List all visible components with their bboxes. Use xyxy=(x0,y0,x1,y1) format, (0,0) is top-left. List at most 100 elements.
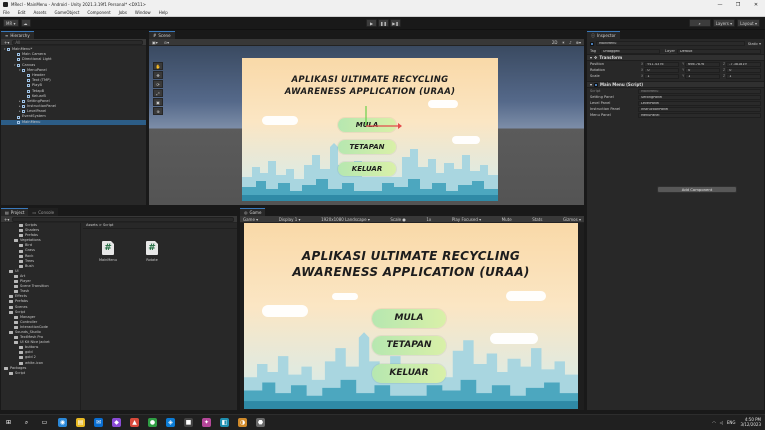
taskbar-app-icon[interactable]: ◆ xyxy=(112,418,121,427)
object-reference-field[interactable]: InstructionPanel xyxy=(638,106,761,112)
taskbar-app-icon[interactable]: ▭ xyxy=(40,418,49,427)
account-button[interactable]: MR ▾ xyxy=(3,19,19,27)
layers-dropdown[interactable]: Layers ▾ xyxy=(712,19,736,27)
taskbar-app-icon[interactable]: ▤ xyxy=(76,418,85,427)
project-folder-item[interactable]: Script xyxy=(1,371,80,376)
hierarchy-item[interactable]: MainMenu xyxy=(1,119,146,125)
game-toolbar-item[interactable]: 1920x1080 Landscape ▾ xyxy=(321,217,370,222)
game-toolbar-item[interactable]: Gizmos ▾ xyxy=(563,217,581,222)
keluar-button[interactable]: KELUAR xyxy=(372,364,446,383)
tab-inspector[interactable]: ⓘ Inspector xyxy=(587,31,620,39)
component-enabled-checkbox[interactable] xyxy=(594,82,599,87)
object-reference-field[interactable]: LevelPanel xyxy=(638,100,761,106)
menu-window[interactable]: Window xyxy=(135,10,151,15)
rotate-tool-icon[interactable]: ⟳ xyxy=(153,80,163,88)
tab-hierarchy[interactable]: ≡ Hierarchy xyxy=(1,31,34,39)
scene-keluar-button[interactable]: KELUAR xyxy=(338,162,396,176)
volume-icon[interactable]: ◁ xyxy=(720,420,723,425)
clock[interactable]: 4:50 PM 3/12/2023 xyxy=(740,417,761,427)
draw-mode-dropdown[interactable]: ▣▾ xyxy=(152,40,158,45)
active-checkbox[interactable] xyxy=(590,41,594,46)
transform-z-field[interactable]: 1 xyxy=(726,73,761,79)
taskbar-app-icon[interactable]: ✦ xyxy=(202,418,211,427)
script-section[interactable]: ▾ Main Menu (Script) xyxy=(587,81,764,88)
tab-project[interactable]: ▤ Project xyxy=(1,208,29,216)
minimize-button[interactable]: — xyxy=(711,2,729,8)
taskbar-app-icon[interactable]: ◑ xyxy=(238,418,247,427)
game-toolbar-item[interactable]: Stats xyxy=(532,217,542,222)
rect-tool-icon[interactable]: ▣ xyxy=(153,98,163,106)
taskbar-app-icon[interactable]: ■ xyxy=(184,418,193,427)
menu-gameobject[interactable]: GameObject xyxy=(54,10,79,15)
move-gizmo-icon[interactable] xyxy=(362,104,402,134)
gizmos-toggle[interactable]: ⊕▾ xyxy=(576,40,581,45)
taskbar-app-icon[interactable]: ⬣ xyxy=(256,418,265,427)
tab-scene[interactable]: # Scene xyxy=(149,31,175,39)
game-toolbar-item[interactable]: 1x xyxy=(426,217,431,222)
wifi-icon[interactable]: ◠ xyxy=(712,420,716,425)
tab-console[interactable]: ▭ Console xyxy=(28,208,59,216)
transform-x-field[interactable]: 0 xyxy=(644,67,680,73)
transform-section[interactable]: ▾ ✥ Transform xyxy=(587,54,764,61)
scale-tool-icon[interactable]: ⤢ xyxy=(153,89,163,97)
hierarchy-search-input[interactable]: All xyxy=(12,39,143,45)
taskbar-app-icon[interactable]: ✉ xyxy=(94,418,103,427)
2d-toggle[interactable]: 2D xyxy=(552,40,558,45)
script-asset-rotate[interactable]: # Rotate xyxy=(141,241,163,262)
menu-edit[interactable]: Edit xyxy=(18,10,26,15)
static-toggle[interactable]: Static ▾ xyxy=(748,42,761,46)
menu-jobs[interactable]: Jobs xyxy=(119,10,127,15)
tab-game[interactable]: ◎ Game xyxy=(240,208,266,216)
maximize-button[interactable]: ❐ xyxy=(729,2,747,8)
scene-tetapan-button[interactable]: TETAPAN xyxy=(338,140,396,154)
create-dropdown[interactable]: +▾ xyxy=(4,217,9,222)
game-toolbar-item[interactable]: Mute xyxy=(502,217,512,222)
hand-tool-icon[interactable]: ✋ xyxy=(153,62,163,70)
cloud-icon[interactable]: ☁ xyxy=(20,19,31,27)
tetapan-button[interactable]: TETAPAN xyxy=(372,336,446,355)
tag-dropdown[interactable]: Untagged xyxy=(600,48,660,54)
language-indicator[interactable]: ENG xyxy=(727,420,736,425)
menu-help[interactable]: Help xyxy=(159,10,168,15)
lighting-toggle[interactable]: ☀ xyxy=(561,40,565,45)
menu-component[interactable]: Component xyxy=(87,10,110,15)
pivot-toggle[interactable]: ⊙▾ xyxy=(164,40,169,45)
taskbar-app-icon[interactable]: ▲ xyxy=(130,418,139,427)
add-component-button[interactable]: Add Component xyxy=(657,186,737,193)
mula-button[interactable]: MULA xyxy=(372,309,446,328)
taskbar-app-icon[interactable]: ⌕ xyxy=(22,418,31,427)
object-name-field[interactable]: MainMenu xyxy=(596,41,745,46)
game-toolbar-item[interactable]: Display 1 ▾ xyxy=(279,217,301,222)
audio-toggle[interactable]: ♪ xyxy=(569,40,572,45)
menu-file[interactable]: File xyxy=(3,10,10,15)
taskbar-app-icon[interactable]: ⊞ xyxy=(4,418,13,427)
transform-z-field[interactable]: 0 xyxy=(726,67,761,73)
transform-x-field[interactable]: 1 xyxy=(644,73,680,79)
layer-dropdown[interactable]: Default xyxy=(677,48,761,54)
pause-button[interactable]: ❚❚ xyxy=(378,19,389,27)
scene-viewport[interactable]: ✋ ✥ ⟳ ⤢ ▣ ⊕ APLIKASI ULTIMATE RECYCLING … xyxy=(149,46,584,205)
step-button[interactable]: ▶❚ xyxy=(390,19,401,27)
scene-canvas-preview[interactable]: APLIKASI ULTIMATE RECYCLING AWARENESS AP… xyxy=(242,58,498,201)
transform-z-field[interactable]: -7.381819 xyxy=(726,61,761,67)
taskbar-app-icon[interactable]: ● xyxy=(148,418,157,427)
transform-y-field[interactable]: 1 xyxy=(685,73,720,79)
play-button[interactable]: ▶ xyxy=(366,19,377,27)
close-button[interactable]: ✕ xyxy=(747,2,765,8)
search-icon[interactable]: ⌕ xyxy=(688,19,711,27)
layout-dropdown[interactable]: Layout ▾ xyxy=(737,19,760,27)
game-toolbar-item[interactable]: Scale ● xyxy=(390,217,406,222)
transform-y-field[interactable]: 666.7876 xyxy=(685,61,720,67)
menu-assets[interactable]: Assets xyxy=(33,10,46,15)
taskbar-app-icon[interactable]: ◉ xyxy=(58,418,67,427)
game-screen[interactable]: APLIKASI ULTIMATE RECYCLING AWARENESS AP… xyxy=(244,223,578,409)
game-toolbar-item[interactable]: Game ▾ xyxy=(243,217,258,222)
move-tool-icon[interactable]: ✥ xyxy=(153,71,163,79)
project-search-input[interactable] xyxy=(12,216,234,222)
script-asset-mainmenu[interactable]: # MainMenu xyxy=(97,241,119,262)
game-toolbar-item[interactable]: Play Focused ▾ xyxy=(452,217,481,222)
transform-tool-icon[interactable]: ⊕ xyxy=(153,107,163,115)
transform-y-field[interactable]: 0 xyxy=(685,67,720,73)
taskbar-app-icon[interactable]: ◧ xyxy=(220,418,229,427)
object-reference-field[interactable]: MenuPanel xyxy=(638,112,761,118)
